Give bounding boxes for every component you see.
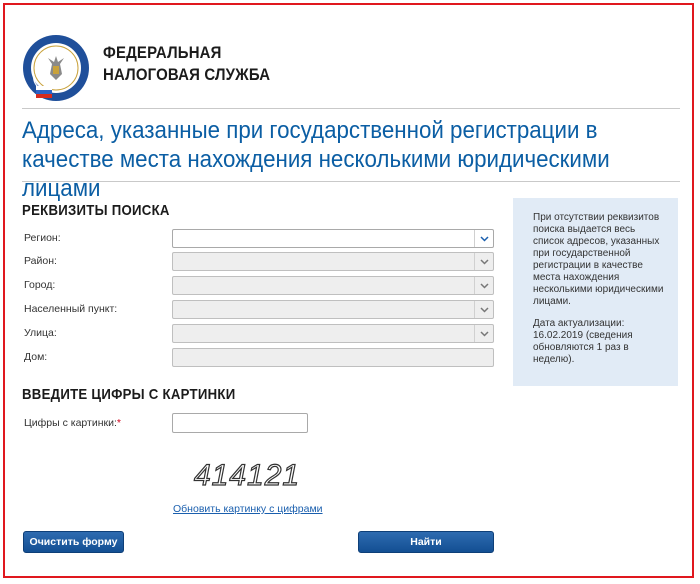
org-name: ФЕДЕРАЛЬНАЯ НАЛОГОВАЯ СЛУЖБА	[103, 42, 270, 86]
house-label: Дом:	[24, 351, 48, 363]
street-select[interactable]	[172, 324, 494, 343]
org-name-line2: НАЛОГОВАЯ СЛУЖБА	[103, 65, 271, 84]
settlement-select[interactable]	[172, 300, 494, 319]
info-panel: При отсутствии реквизитов поиска выдаетс…	[513, 198, 678, 386]
required-mark: *	[116, 417, 121, 429]
street-label: Улица:	[24, 327, 57, 339]
divider	[22, 108, 680, 109]
chevron-down-icon[interactable]	[474, 301, 493, 318]
divider	[22, 181, 680, 182]
city-select[interactable]	[172, 276, 494, 295]
clear-form-button[interactable]: Очистить форму	[23, 531, 124, 553]
fns-emblem-icon	[23, 35, 89, 101]
page-title: Адреса, указанные при государственной ре…	[22, 117, 610, 202]
captcha-label: Цифры с картинки:*	[24, 417, 121, 429]
info-text: При отсутствии реквизитов поиска выдаетс…	[533, 212, 664, 307]
info-date: Дата актуализации: 16.02.2019 (сведения …	[533, 318, 633, 365]
chevron-down-icon[interactable]	[474, 253, 493, 270]
chevron-down-icon[interactable]	[474, 325, 493, 342]
captcha-image-text: 414121	[194, 459, 300, 492]
refresh-captcha-link[interactable]: Обновить картинку с цифрами	[173, 503, 323, 515]
district-label: Район:	[24, 255, 57, 267]
captcha-label-text: Цифры с картинки:	[24, 417, 117, 429]
region-label: Регион:	[24, 232, 61, 244]
chevron-down-icon[interactable]	[474, 230, 493, 247]
captcha-input[interactable]	[172, 413, 308, 433]
find-button[interactable]: Найти	[358, 531, 494, 553]
chevron-down-icon[interactable]	[474, 277, 493, 294]
house-input[interactable]	[172, 348, 494, 367]
search-heading: РЕКВИЗИТЫ ПОИСКА	[22, 202, 170, 219]
city-label: Город:	[24, 279, 56, 291]
captcha-heading: ВВЕДИТЕ ЦИФРЫ С КАРТИНКИ	[22, 386, 236, 403]
captcha-image: 414121	[193, 458, 300, 492]
region-select[interactable]	[172, 229, 494, 248]
district-select[interactable]	[172, 252, 494, 271]
settlement-label: Населенный пункт:	[24, 303, 118, 315]
org-name-line1: ФЕДЕРАЛЬНАЯ	[103, 43, 222, 62]
